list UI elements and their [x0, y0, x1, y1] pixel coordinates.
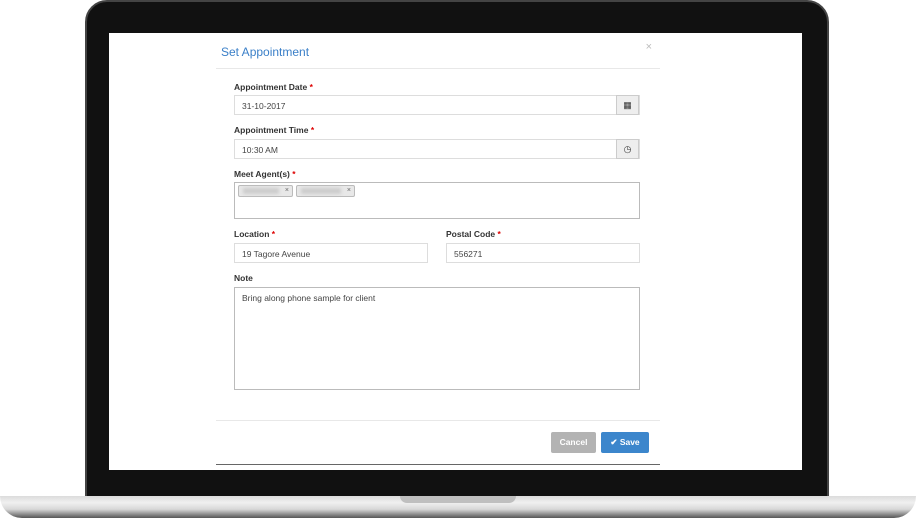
modal-title: Set Appointment — [221, 45, 310, 59]
note-textarea[interactable]: Bring along phone sample for client — [234, 287, 640, 390]
location-label: Location * — [234, 229, 276, 239]
appointment-time-input[interactable]: 10:30 AM ◷ — [234, 139, 640, 159]
location-input[interactable]: 19 Tagore Avenue — [234, 243, 428, 263]
divider — [216, 464, 660, 465]
laptop-notch — [400, 496, 516, 503]
clock-icon[interactable]: ◷ — [616, 139, 639, 159]
appointment-date-input[interactable]: 31-10-2017 ▦ — [234, 95, 640, 115]
remove-tag-icon[interactable]: × — [285, 186, 289, 196]
meet-agents-select[interactable]: × × — [234, 182, 640, 219]
postal-code-input[interactable]: 556271 — [446, 243, 640, 263]
agent-tag: × — [238, 185, 293, 197]
calendar-icon[interactable]: ▦ — [616, 95, 639, 115]
divider — [216, 420, 660, 421]
close-icon[interactable]: × — [646, 41, 652, 53]
check-icon: ✔ — [610, 437, 618, 447]
cancel-button[interactable]: Cancel — [551, 432, 596, 453]
agents-label: Meet Agent(s) * — [234, 169, 296, 179]
agent-tag: × — [296, 185, 355, 197]
time-label: Appointment Time * — [234, 125, 315, 135]
divider — [216, 68, 660, 69]
postal-label: Postal Code * — [446, 229, 501, 239]
save-button[interactable]: ✔ Save — [601, 432, 649, 453]
date-label: Appointment Date * — [234, 82, 313, 92]
remove-tag-icon[interactable]: × — [347, 186, 351, 196]
note-label: Note — [234, 273, 253, 283]
set-appointment-modal: Set Appointment × Appointment Date * 31-… — [216, 33, 660, 465]
screen: Set Appointment × Appointment Date * 31-… — [109, 33, 802, 470]
